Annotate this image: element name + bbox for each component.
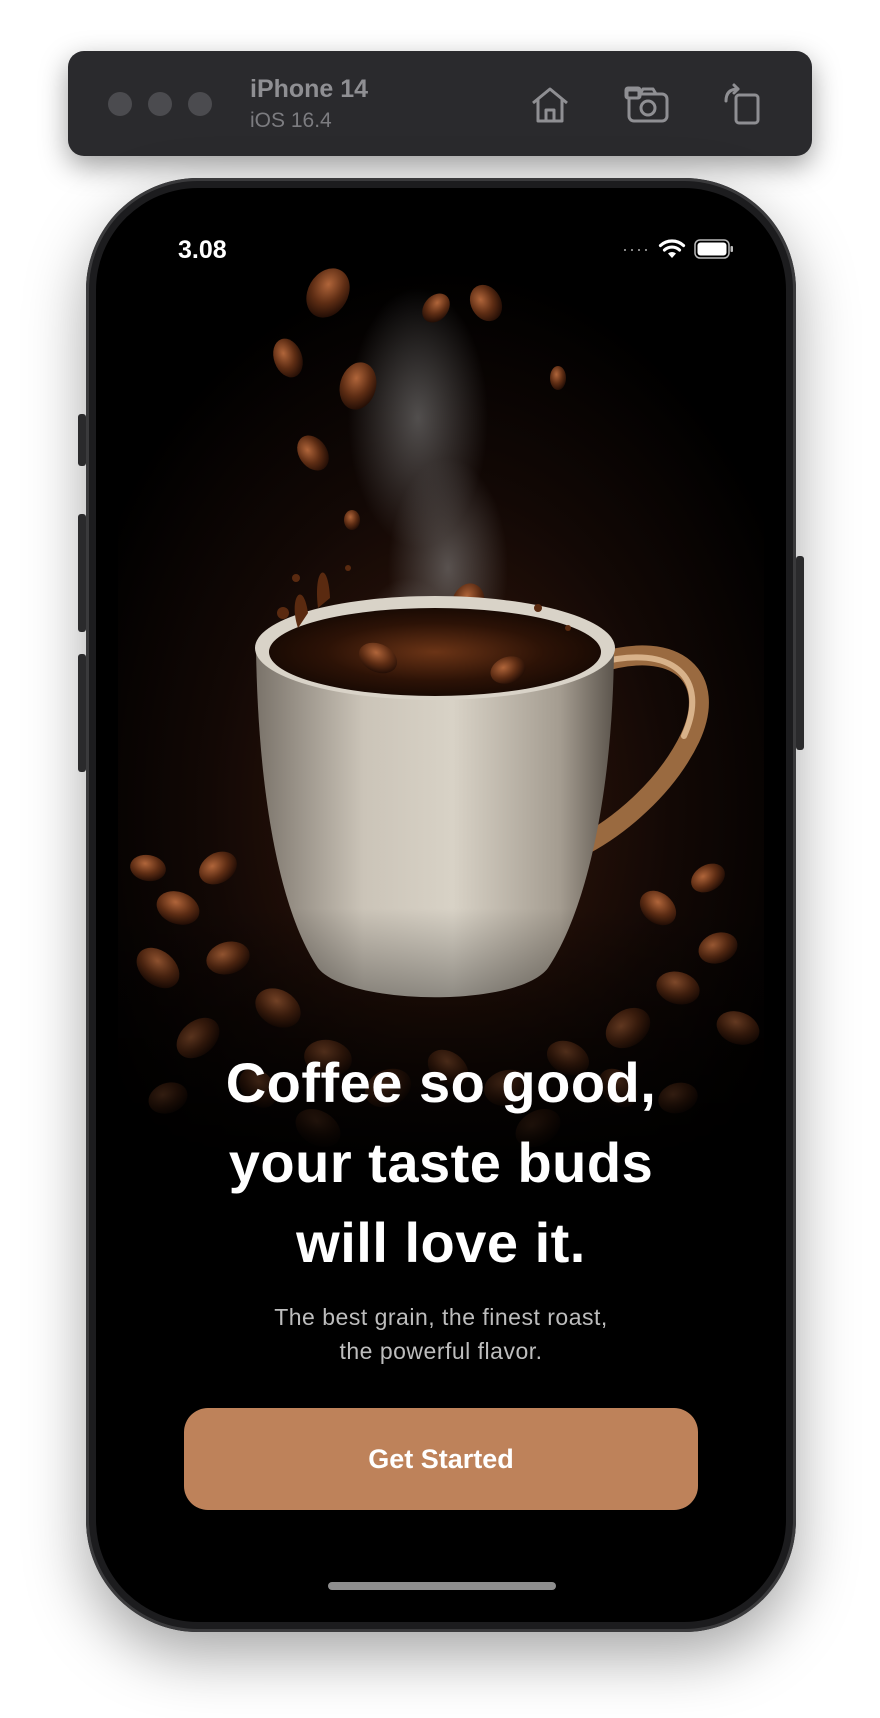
cellular-signal-icon: ····: [622, 239, 650, 259]
headline-line: your taste buds: [228, 1131, 654, 1194]
volume-down-button[interactable]: [78, 654, 86, 772]
close-window-button[interactable]: [108, 92, 132, 116]
get-started-button[interactable]: Get Started: [184, 1408, 698, 1510]
phone-screen: 3.08 ···· Coffee so good, your taste bud…: [96, 188, 786, 1622]
minimize-window-button[interactable]: [148, 92, 172, 116]
volume-up-button[interactable]: [78, 514, 86, 632]
hero-coffee-image: [118, 268, 764, 1168]
onboarding-subtitle: The best grain, the finest roast, the po…: [156, 1300, 726, 1368]
power-button[interactable]: [796, 556, 804, 750]
rotate-icon[interactable]: [718, 81, 766, 129]
mute-switch[interactable]: [78, 414, 86, 466]
subtitle-line: The best grain, the finest roast,: [274, 1304, 608, 1330]
wifi-icon: [658, 238, 686, 260]
status-time: 3.08: [178, 236, 227, 264]
device-os-version: iOS 16.4: [250, 109, 332, 132]
headline-line: will love it.: [296, 1211, 586, 1274]
status-indicators: ····: [622, 238, 734, 260]
battery-icon: [694, 238, 734, 260]
simulator-toolbar: iPhone 14 iOS 16.4: [68, 51, 812, 156]
subtitle-line: the powerful flavor.: [339, 1338, 543, 1364]
device-name: iPhone 14: [250, 75, 369, 103]
home-icon[interactable]: [526, 81, 574, 129]
zoom-window-button[interactable]: [188, 92, 212, 116]
screenshot-icon[interactable]: [624, 81, 672, 129]
home-indicator[interactable]: [328, 1582, 556, 1590]
onboarding-headline: Coffee so good, your taste buds will lov…: [136, 1043, 746, 1283]
headline-line: Coffee so good,: [225, 1051, 657, 1114]
